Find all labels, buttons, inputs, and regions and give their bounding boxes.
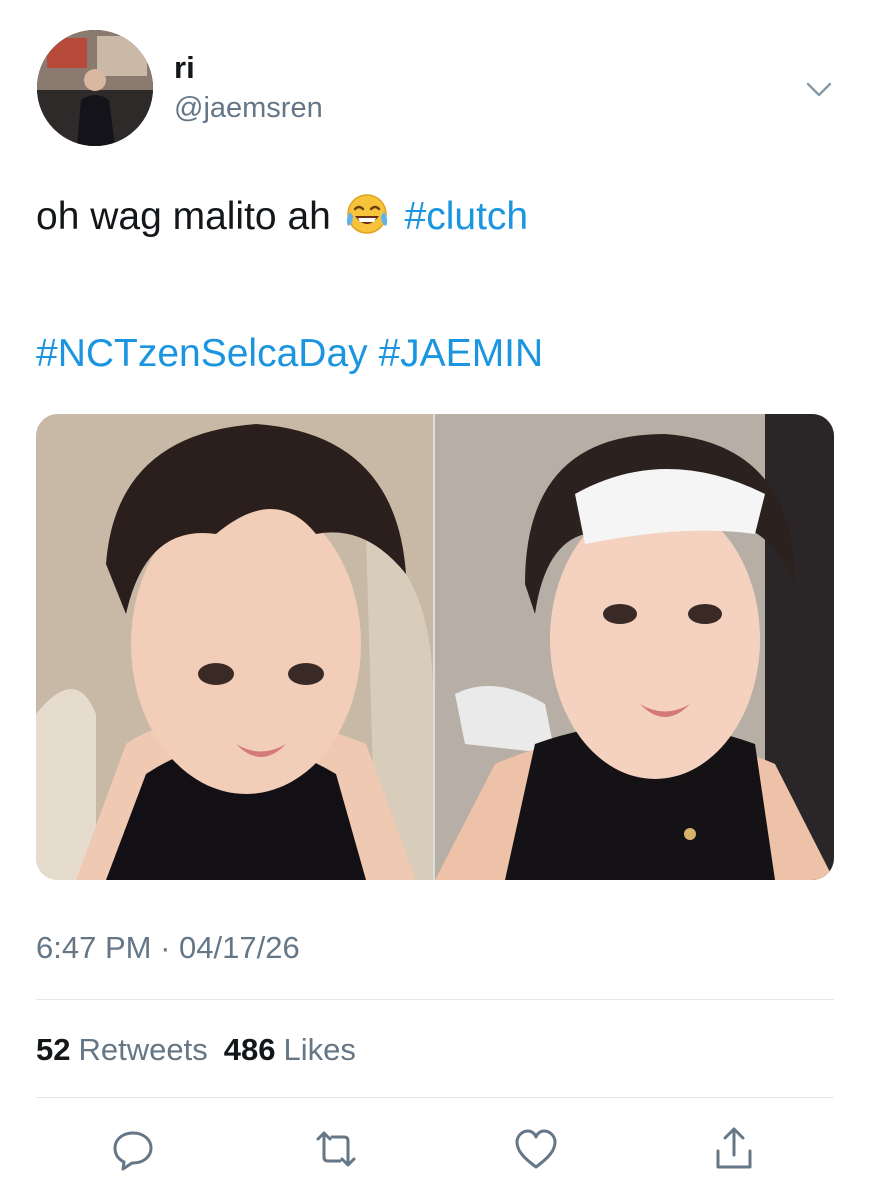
tweet-timestamp: 6:47 PM · 04/17/26 — [36, 930, 300, 966]
hashtag-link-nctzenselcaday[interactable]: #NCTzenSelcaDay — [36, 332, 368, 375]
share-icon[interactable] — [710, 1125, 758, 1173]
tweet-time[interactable]: 6:47 PM — [36, 930, 151, 965]
reply-icon[interactable] — [109, 1125, 157, 1173]
hashtag-link-clutch[interactable]: #clutch — [405, 195, 529, 238]
like-icon[interactable] — [512, 1125, 560, 1173]
user-handle[interactable]: @jaemsren — [174, 92, 323, 125]
retweet-icon[interactable] — [312, 1125, 360, 1173]
tweet-text: oh wag malito ah #clutch — [36, 192, 528, 248]
divider — [36, 999, 834, 1000]
divider — [36, 1097, 834, 1098]
retweets-count: 52 — [36, 1032, 71, 1067]
tweet-date[interactable]: 04/17/26 — [179, 930, 300, 965]
hashtag-link-jaemin[interactable]: #JAEMIN — [378, 332, 543, 375]
retweets-stat[interactable]: 52 Retweets — [36, 1032, 224, 1067]
chevron-down-icon[interactable] — [804, 74, 834, 104]
tweet-hashtags: #NCTzenSelcaDay #JAEMIN — [36, 330, 543, 378]
likes-stat[interactable]: 486 Likes — [224, 1032, 372, 1067]
engagement-stats: 52 Retweets 486 Likes — [36, 1032, 372, 1068]
photo-1[interactable] — [36, 414, 433, 880]
likes-label: Likes — [283, 1032, 356, 1067]
avatar[interactable] — [37, 30, 153, 146]
likes-count: 486 — [223, 1032, 276, 1067]
photo-2[interactable] — [435, 414, 834, 880]
display-name[interactable]: ri — [174, 50, 195, 86]
timestamp-separator: · — [160, 930, 171, 965]
retweets-label: Retweets — [78, 1032, 208, 1067]
joy-emoji-icon — [344, 192, 390, 248]
media-grid — [36, 414, 834, 880]
tweet-body: oh wag malito ah — [36, 195, 331, 238]
